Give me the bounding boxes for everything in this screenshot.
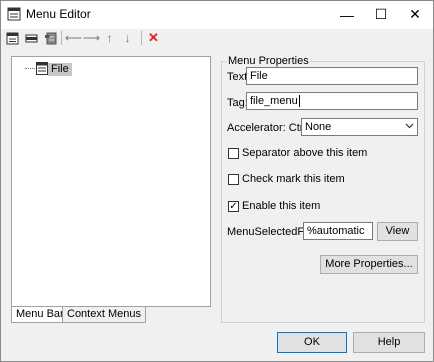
checkmark-label: Check mark this item bbox=[242, 173, 345, 185]
text-caret bbox=[298, 95, 300, 108]
window-title: Menu Editor bbox=[26, 7, 91, 21]
maximize-button[interactable]: ☐ bbox=[364, 1, 398, 28]
enable-label: Enable this item bbox=[242, 200, 321, 212]
delete-icon[interactable]: ✕ bbox=[146, 30, 161, 45]
tag-field-value: file_menu bbox=[250, 95, 298, 107]
new-menu-item-icon[interactable] bbox=[24, 31, 39, 45]
toolbar-separator bbox=[141, 31, 142, 45]
callback-field-value: %automatic bbox=[307, 225, 365, 237]
move-left-icon[interactable]: ⟵ bbox=[65, 31, 82, 45]
menu-tree[interactable] bbox=[11, 56, 211, 307]
move-up-icon[interactable]: ↑ bbox=[102, 31, 117, 45]
ok-button[interactable]: OK bbox=[277, 332, 347, 353]
tag-field[interactable]: file_menu bbox=[246, 92, 418, 110]
move-right-icon[interactable]: ⟶ bbox=[83, 31, 100, 45]
separator-checkbox[interactable] bbox=[228, 148, 239, 159]
checkmark-checkbox[interactable] bbox=[228, 174, 239, 185]
enable-checkbox[interactable]: ✓ bbox=[228, 201, 239, 212]
help-button[interactable]: Help bbox=[353, 332, 425, 353]
menu-editor-app-icon bbox=[7, 7, 21, 21]
view-button[interactable]: View bbox=[377, 222, 418, 241]
move-down-icon[interactable]: ↓ bbox=[120, 31, 135, 45]
menu-properties-title: Menu Properties bbox=[227, 55, 310, 67]
close-button[interactable]: ✕ bbox=[398, 1, 432, 28]
separator-label: Separator above this item bbox=[242, 147, 368, 159]
tag-label: Tag: bbox=[227, 97, 248, 109]
callback-field[interactable]: %automatic bbox=[303, 222, 373, 240]
accelerator-value: None bbox=[305, 121, 332, 133]
accelerator-select[interactable]: None bbox=[301, 118, 418, 136]
minimize-button[interactable]: — bbox=[330, 1, 364, 28]
new-context-menu-icon[interactable] bbox=[43, 31, 58, 45]
tab-context-menus[interactable]: Context Menus bbox=[62, 307, 146, 323]
tab-menu-bar[interactable]: Menu Bar bbox=[11, 307, 69, 323]
chevron-down-icon bbox=[405, 123, 414, 129]
tree-node-file[interactable]: File bbox=[48, 63, 72, 76]
menu-node-icon bbox=[36, 62, 48, 75]
text-field-value: File bbox=[250, 70, 268, 82]
toolbar-separator bbox=[61, 31, 62, 45]
text-field[interactable]: File bbox=[246, 67, 418, 85]
more-properties-button[interactable]: More Properties... bbox=[320, 255, 418, 274]
new-menu-icon[interactable] bbox=[5, 31, 20, 45]
